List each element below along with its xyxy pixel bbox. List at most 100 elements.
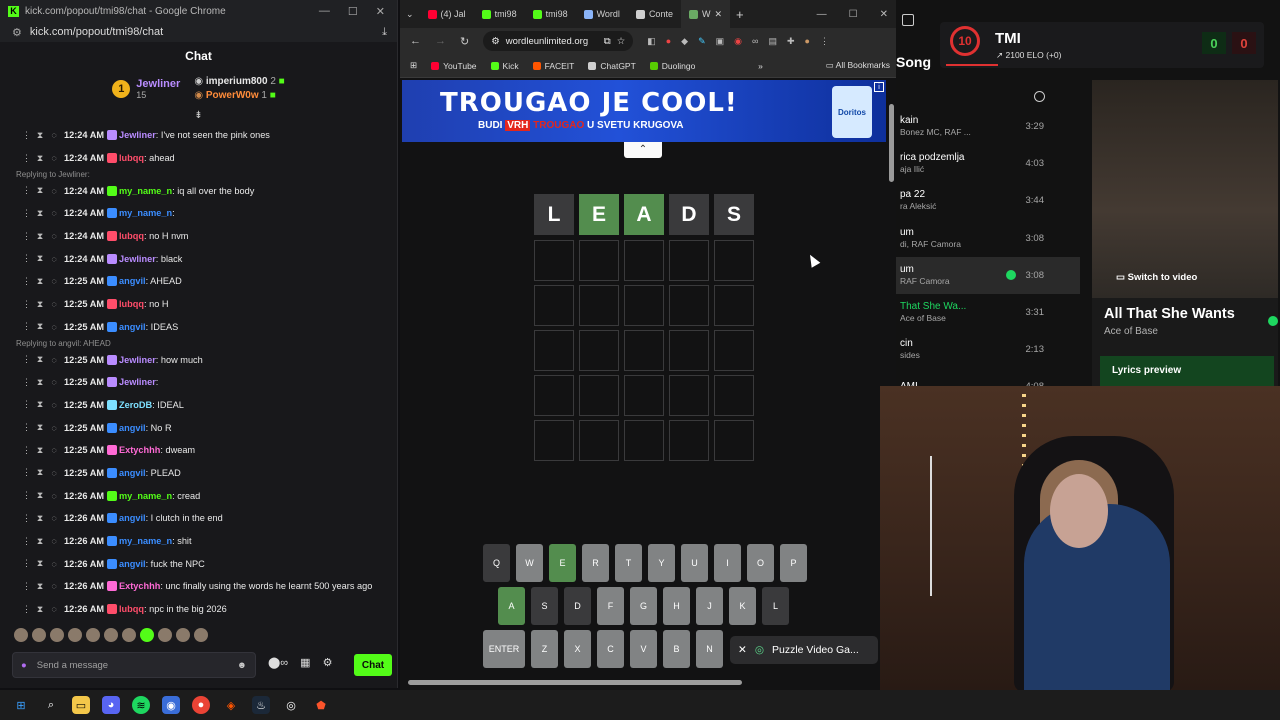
mod-icon[interactable]: ◌ <box>50 377 58 387</box>
chat-message[interactable]: ⋮ ⧗ ◌ 12:25 AM Jewliner: <box>0 371 396 394</box>
timeout-icon[interactable]: ⧗ <box>36 208 44 219</box>
pin-icon[interactable]: ⋮ <box>22 490 31 501</box>
combo-icon[interactable]: ⬤∞ <box>268 656 288 669</box>
all-bookmarks-folder[interactable]: ▭ All Bookmarks <box>826 60 896 71</box>
timeout-icon[interactable]: ⧗ <box>36 231 44 242</box>
spotify-track-row[interactable]: cin sides 2:13 <box>896 331 1080 368</box>
mod-icon[interactable]: ◌ <box>50 153 58 163</box>
extension-icon[interactable]: ▤ <box>768 36 777 47</box>
chat-message[interactable]: ⋮ ⧗ ◌ 12:26 AM my_name_n: cread <box>0 484 396 507</box>
app-icon[interactable]: ◉ <box>162 696 180 714</box>
timeout-icon[interactable]: ⧗ <box>36 253 44 264</box>
keyboard-key[interactable]: C <box>597 630 624 668</box>
message-username[interactable]: my_name_n <box>119 536 172 546</box>
browser-tab[interactable]: Conte <box>628 0 681 28</box>
close-tab-icon[interactable]: ✕ <box>714 9 722 20</box>
switch-to-video-button[interactable]: ▭ Switch to video <box>1116 272 1197 283</box>
leader-second-name[interactable]: imperium800 <box>206 76 268 87</box>
browser-tab[interactable]: (4) Jal <box>420 0 474 28</box>
pin-icon[interactable]: ⋮ <box>22 208 31 219</box>
file-explorer-icon[interactable]: ▭ <box>72 696 90 714</box>
chat-message[interactable]: ⋮ ⧗ ◌ 12:25 AM angvil: AHEAD <box>0 270 396 293</box>
spotify-track-row[interactable]: um di, RAF Camora 3:08 <box>896 220 1080 257</box>
message-username[interactable]: angvil <box>119 468 146 478</box>
apps-icon[interactable]: ⊞ <box>410 60 417 71</box>
emote-icon[interactable] <box>176 628 190 642</box>
mod-icon[interactable]: ◌ <box>50 276 58 286</box>
keyboard-key[interactable]: U <box>681 544 708 582</box>
keyboard-key[interactable]: T <box>615 544 642 582</box>
ad-info-icon[interactable]: i <box>874 82 884 92</box>
spotify-track-row[interactable]: That She Wa... Ace of Base 3:31 <box>896 294 1080 331</box>
home-icon[interactable] <box>902 14 914 26</box>
pin-icon[interactable]: ⋮ <box>22 276 31 287</box>
keyboard-key[interactable]: S <box>531 587 558 625</box>
pin-icon[interactable]: ⋮ <box>22 604 31 615</box>
leaderboard-top[interactable]: 1 Jewliner 15 <box>112 78 180 100</box>
mod-icon[interactable]: ◌ <box>50 536 58 546</box>
emote-icon[interactable] <box>158 628 172 642</box>
pin-icon[interactable]: ⋮ <box>22 377 31 388</box>
timeout-icon[interactable]: ⧗ <box>36 130 44 141</box>
keyboard-key[interactable]: Y <box>648 544 675 582</box>
timeout-icon[interactable]: ⧗ <box>36 354 44 365</box>
chat-message-list[interactable]: ⋮ ⧗ ◌ 12:24 AM Jewliner: I've not seen the p… <box>0 124 396 624</box>
keyboard-key[interactable]: X <box>564 630 591 668</box>
pin-icon[interactable]: ⋮ <box>22 445 31 456</box>
mod-icon[interactable]: ◌ <box>50 299 58 309</box>
chat-message[interactable]: ⋮ ⧗ ◌ 12:25 AM Extychhh: dweam <box>0 439 396 462</box>
mod-icon[interactable]: ◌ <box>50 559 58 569</box>
extension-icon[interactable]: ◆ <box>681 36 688 47</box>
extension-icon[interactable]: ◧ <box>647 36 656 47</box>
chat-message[interactable]: ⋮ ⧗ ◌ 12:26 AM my_name_n: shit <box>0 530 396 553</box>
mod-icon[interactable]: ◌ <box>50 513 58 523</box>
keyboard-key[interactable]: J <box>696 587 723 625</box>
chat-message[interactable]: ⋮ ⧗ ◌ 12:26 AM angvil: I clutch in the end <box>0 507 396 530</box>
mod-icon[interactable]: ◌ <box>50 445 58 455</box>
spotify-track-row[interactable]: kain Bonez MC, RAF ... 3:29 <box>896 108 1080 145</box>
emote-icon[interactable] <box>140 628 154 642</box>
pin-icon[interactable]: ⋮ <box>22 185 31 196</box>
message-username[interactable]: angvil <box>119 513 146 523</box>
keyboard-key[interactable]: P <box>780 544 807 582</box>
keyboard-key[interactable]: V <box>630 630 657 668</box>
spotify-track-row[interactable]: pa 22 ra Aleksić 3:44 <box>896 182 1080 219</box>
pin-icon[interactable]: ⋮ <box>22 231 31 242</box>
timeout-icon[interactable]: ⧗ <box>36 422 44 433</box>
maximize-icon[interactable]: ☐ <box>348 5 358 18</box>
brave-icon[interactable]: ⬟ <box>312 696 330 714</box>
search-icon[interactable]: ⌕ <box>42 696 60 714</box>
message-username[interactable]: Jewliner <box>119 377 156 387</box>
bookmark-item[interactable]: Kick <box>490 61 519 71</box>
now-playing-title[interactable]: All That She Wants <box>1104 306 1235 322</box>
pin-icon[interactable]: ⋮ <box>22 558 31 569</box>
close-icon[interactable]: ✕ <box>376 5 385 18</box>
mod-icon[interactable]: ◌ <box>50 423 58 433</box>
message-username[interactable]: lubqq <box>119 299 144 309</box>
maximize-icon[interactable]: ☐ <box>849 9 858 20</box>
emote-icon[interactable] <box>68 628 82 642</box>
chat-message[interactable]: ⋮ ⧗ ◌ 12:25 AM angvil: IDEAS <box>0 316 396 339</box>
timeout-icon[interactable]: ⧗ <box>36 185 44 196</box>
app-icon[interactable]: ◎ <box>282 696 300 714</box>
address-bar[interactable]: ⚙ wordleunlimited.org ⧉ ☆ <box>483 31 634 51</box>
browser-tab[interactable]: W ✕ <box>680 0 731 28</box>
extension-icon[interactable]: ● <box>666 36 671 47</box>
message-username[interactable]: lubqq <box>119 153 144 163</box>
forward-icon[interactable]: → <box>435 35 446 47</box>
saved-check-icon[interactable] <box>1268 316 1278 326</box>
chat-message[interactable]: ⋮ ⧗ ◌ 12:26 AM Extychhh: unc finally using t… <box>0 575 396 598</box>
pin-icon[interactable]: ⋮ <box>22 422 31 433</box>
keyboard-key[interactable]: Q <box>483 544 510 582</box>
message-username[interactable]: angvil <box>119 322 146 332</box>
message-username[interactable]: angvil <box>119 559 146 569</box>
close-icon[interactable]: ✕ <box>880 9 888 20</box>
keyboard-key[interactable]: R <box>582 544 609 582</box>
keyboard-key[interactable]: L <box>762 587 789 625</box>
puzzle-extensions-icon[interactable]: ✚ <box>787 36 795 47</box>
chat-message[interactable]: ⋮ ⧗ ◌ 12:24 AM my_name_n: iq all over the bo… <box>0 179 396 202</box>
keyboard-key[interactable]: E <box>549 544 576 582</box>
extension-icon[interactable]: ◉ <box>734 36 742 47</box>
chat-message[interactable]: ⋮ ⧗ ◌ 12:24 AM my_name_n: <box>0 202 396 225</box>
minimize-icon[interactable]: — <box>319 5 330 18</box>
